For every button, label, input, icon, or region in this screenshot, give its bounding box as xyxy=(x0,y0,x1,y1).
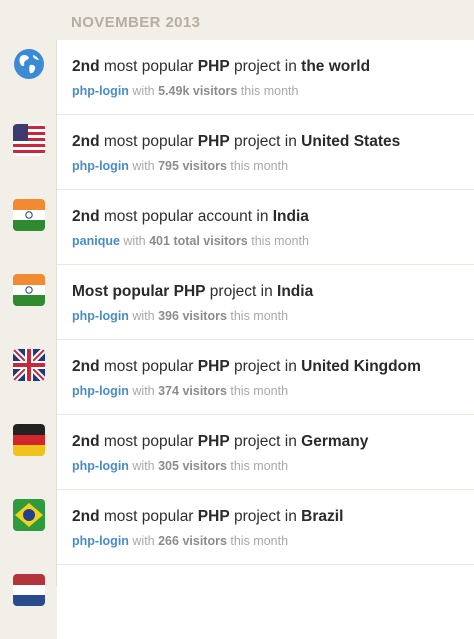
entry-meta: php-login with 305 visitors this month xyxy=(72,459,289,473)
project-link[interactable]: php-login xyxy=(72,309,129,323)
list-item: 2nd most popular PHP project in United K… xyxy=(57,340,474,415)
germany-flag-icon xyxy=(13,424,45,456)
achievement-feed: 2nd most popular PHP project in the worl… xyxy=(56,40,474,639)
entry-headline: 2nd most popular PHP project in United K… xyxy=(72,358,421,375)
globe-icon xyxy=(13,48,45,80)
project-link[interactable]: php-login xyxy=(72,159,129,173)
project-link[interactable]: php-login xyxy=(72,384,129,398)
entry-meta: php-login with 266 visitors this month xyxy=(72,534,289,548)
list-item: 2nd most popular PHP project in United S… xyxy=(57,115,474,190)
entry-meta: php-login with 374 visitors this month xyxy=(72,384,289,398)
entry-meta: php-login with 5.49k visitors this month xyxy=(72,84,299,98)
brazil-flag-icon xyxy=(13,499,45,531)
list-item: Most popular PHP project in India php-lo… xyxy=(57,265,474,340)
month-heading: NOVEMBER 2013 xyxy=(71,14,201,31)
entry-meta: php-login with 396 visitors this month xyxy=(72,309,289,323)
entry-headline: 2nd most popular PHP project in United S… xyxy=(72,133,401,150)
list-item: 2nd most popular PHP project in the worl… xyxy=(57,40,474,115)
list-item-partial xyxy=(57,565,474,639)
india-flag-icon xyxy=(13,274,45,306)
us-flag-icon xyxy=(13,124,45,156)
entry-headline: Most popular PHP project in India xyxy=(72,283,314,300)
list-item: 2nd most popular account in India paniqu… xyxy=(57,190,474,265)
entry-headline: 2nd most popular PHP project in Brazil xyxy=(72,508,344,525)
entry-headline: 2nd most popular PHP project in Germany xyxy=(72,433,369,450)
uk-flag-icon xyxy=(13,349,45,381)
netherlands-flag-icon xyxy=(13,574,45,606)
entry-headline: 2nd most popular PHP project in the worl… xyxy=(72,58,371,75)
project-link[interactable]: php-login xyxy=(72,459,129,473)
entry-meta: panique with 401 total visitors this mon… xyxy=(72,234,309,248)
project-link[interactable]: php-login xyxy=(72,84,129,98)
list-item: 2nd most popular PHP project in Germany … xyxy=(57,415,474,490)
project-link[interactable]: panique xyxy=(72,234,120,248)
entry-meta: php-login with 795 visitors this month xyxy=(72,159,289,173)
project-link[interactable]: php-login xyxy=(72,534,129,548)
india-flag-icon xyxy=(13,199,45,231)
list-item: 2nd most popular PHP project in Brazil p… xyxy=(57,490,474,565)
entry-headline: 2nd most popular account in India xyxy=(72,208,309,225)
